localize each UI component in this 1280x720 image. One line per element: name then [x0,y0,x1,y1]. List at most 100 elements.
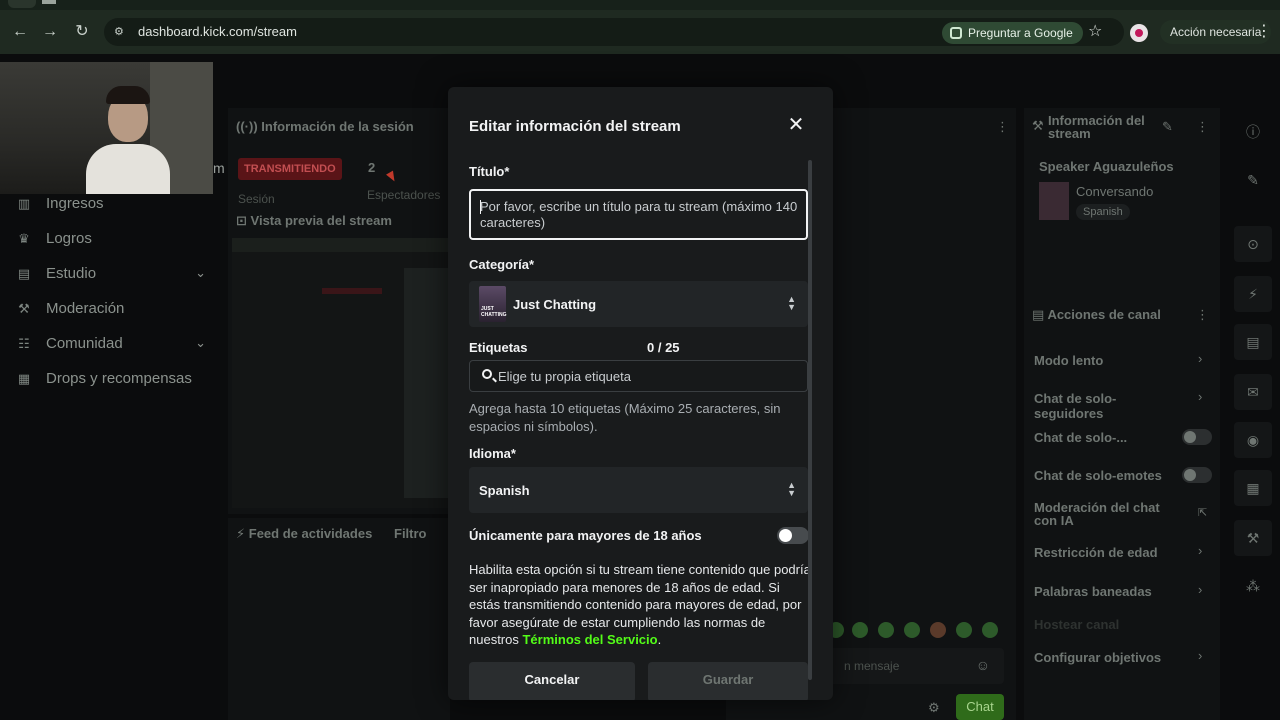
ask-google-button[interactable]: Preguntar a Google [942,22,1083,44]
channel-actions-menu-icon[interactable]: ⋮ [1196,307,1209,323]
chat-bubble-icon[interactable]: ✉ [1234,374,1272,410]
browser-tab[interactable] [8,0,36,8]
sidebar-item-label: Drops y recompensas [46,370,192,387]
info-icon[interactable]: ⓘ [1234,114,1272,150]
category-thumbnail: JUST CHATTING [479,286,506,322]
chevron-right-icon[interactable]: › [1198,351,1202,366]
community-icon: ☷ [18,336,30,351]
feed-filter-button[interactable]: Filtro [394,526,427,541]
chevron-right-icon[interactable]: › [1198,582,1202,597]
cancel-button[interactable]: Cancelar [469,662,635,700]
sidebar-item-estudio[interactable]: ▤ Estudio ⌄ [16,262,212,286]
search-icon [482,369,492,379]
bookmark-star-icon[interactable]: ☆ [1088,22,1106,42]
lightning-icon: ⚡ [236,526,246,541]
capture-icon[interactable]: ⊙ [1234,226,1272,262]
language-field-label: Idioma* [469,446,516,461]
back-icon[interactable]: ← [10,22,30,42]
stream-preview-video[interactable] [232,238,448,508]
feed-title-text: Feed de actividades [248,526,373,541]
preview-panel-title: ⊡ Vista previa del stream [236,213,392,229]
stream-title-input[interactable]: Por favor, escribe un título para tu str… [469,189,808,240]
session-title-text: Información de la sesión [261,119,414,134]
lightning-icon[interactable]: ⚡ [1234,276,1272,312]
terms-of-service-link[interactable]: Términos del Servicio [522,632,657,647]
sidebar-item-comunidad[interactable]: ☷ Comunidad ⌄ [16,332,212,356]
select-arrows-icon: ▲ ▼ [787,480,796,498]
edit-icon[interactable]: ✎ [1234,162,1272,198]
document-icon[interactable]: ▤ [1234,324,1272,360]
wrench-icon: ⚒ [18,301,30,316]
layout-icon[interactable]: ▦ [1234,470,1272,506]
reload-icon[interactable]: ↻ [72,22,92,42]
close-icon[interactable]: ✕ [786,115,806,135]
sidebar-item-moderacion[interactable]: ⚒ Moderación [16,297,212,321]
preview-title-text: Vista previa del stream [250,213,392,228]
sidebar-item-logros[interactable]: ♛ Logros [16,227,212,251]
language-value: Spanish [479,483,530,498]
emotes-only-toggle[interactable] [1182,467,1212,483]
browser-menu-icon[interactable]: ⋮ [1256,22,1272,42]
emote-icon[interactable] [982,622,998,638]
sidebar-item-ingresos[interactable]: ▥ Ingresos [16,192,212,216]
webcam-person-shirt [86,144,170,194]
chevron-right-icon[interactable]: › [1198,648,1202,663]
modal-scrollbar[interactable] [808,160,812,680]
language-select[interactable]: Spanish ▲ ▼ [469,467,808,513]
emote-icon[interactable] [904,622,920,638]
category-select[interactable]: JUST CHATTING Just Chatting ▲ ▼ [469,281,808,327]
chat-message-input[interactable]: n mensaje ☺ [820,648,1004,684]
tags-search-input[interactable]: Elige tu propia etiqueta [469,360,808,392]
action-needed-button[interactable]: Acción necesaria [1160,20,1272,44]
action-emotes-only[interactable]: Chat de solo-emotes [1034,468,1184,483]
sidebar-item-drops[interactable]: ▦ Drops y recompensas [16,367,212,391]
chevron-right-icon[interactable]: › [1198,389,1202,404]
trophy-icon: ♛ [18,231,30,246]
emote-icon[interactable] [878,622,894,638]
adult-content-label: Únicamente para mayores de 18 años [469,528,702,543]
broadcast-icon: ((·)) [236,119,258,134]
action-configure-goals[interactable]: Configurar objetivos [1034,650,1184,665]
action-banned-words[interactable]: Palabras baneadas [1034,584,1184,599]
wrench-icon[interactable]: ⚒ [1234,520,1272,556]
subscribers-only-toggle[interactable] [1182,429,1212,445]
stream-info-menu-icon[interactable]: ⋮ [1196,119,1209,135]
chat-settings-icon[interactable]: ⚙ [928,700,940,716]
browser-tab-indicator [42,0,56,4]
chevron-down-icon: ⌄ [195,265,206,280]
site-settings-icon[interactable]: ⚙ [114,25,128,39]
stream-title-placeholder: Por favor, escribe un título para tu str… [480,199,798,230]
chat-menu-icon[interactable]: ⋮ [996,119,1009,135]
action-followers-only[interactable]: Chat de solo-seguidores [1034,391,1184,421]
sidebar-item-label: Logros [46,230,92,247]
language-tag: Spanish [1076,204,1130,220]
community-icon[interactable]: ⁂ [1234,568,1272,604]
right-tool-rail [1228,108,1280,720]
sidebar-item-label: Moderación [46,300,125,317]
action-ai-moderation[interactable]: Moderación del chat con IA [1034,501,1184,527]
emote-icon[interactable] [956,622,972,638]
tags-counter: 0 / 25 [647,340,680,355]
emote-icon[interactable] [852,622,868,638]
action-age-restriction[interactable]: Restricción de edad [1034,545,1184,560]
emote-icon[interactable] [930,622,946,638]
chevron-right-icon[interactable]: › [1198,543,1202,558]
forward-icon[interactable]: → [40,22,60,42]
adult-content-toggle[interactable] [777,527,809,544]
emoji-picker-icon[interactable]: ☺ [976,657,990,673]
external-link-icon[interactable]: ⇱ [1198,506,1207,519]
studio-icon: ▤ [17,266,31,281]
action-slow-mode[interactable]: Modo lento [1034,353,1184,368]
url-text[interactable]: dashboard.kick.com/stream [138,24,297,39]
modal-title: Editar información del stream [469,118,681,135]
action-subscribers-only[interactable]: Chat de solo-... [1034,430,1184,445]
profile-avatar[interactable] [1130,24,1148,42]
broadcast-icon[interactable]: ◉ [1234,422,1272,458]
save-button[interactable]: Guardar [648,662,808,700]
action-host-channel[interactable]: Hostear canal [1034,617,1184,632]
edit-stream-info-icon[interactable]: ✎ [1162,119,1173,135]
activity-feed-panel [228,518,450,720]
feed-panel-title: ⚡ Feed de actividades [236,526,372,542]
sidebar-item-label: Comunidad [46,335,123,352]
chat-send-button[interactable]: Chat [956,694,1004,720]
